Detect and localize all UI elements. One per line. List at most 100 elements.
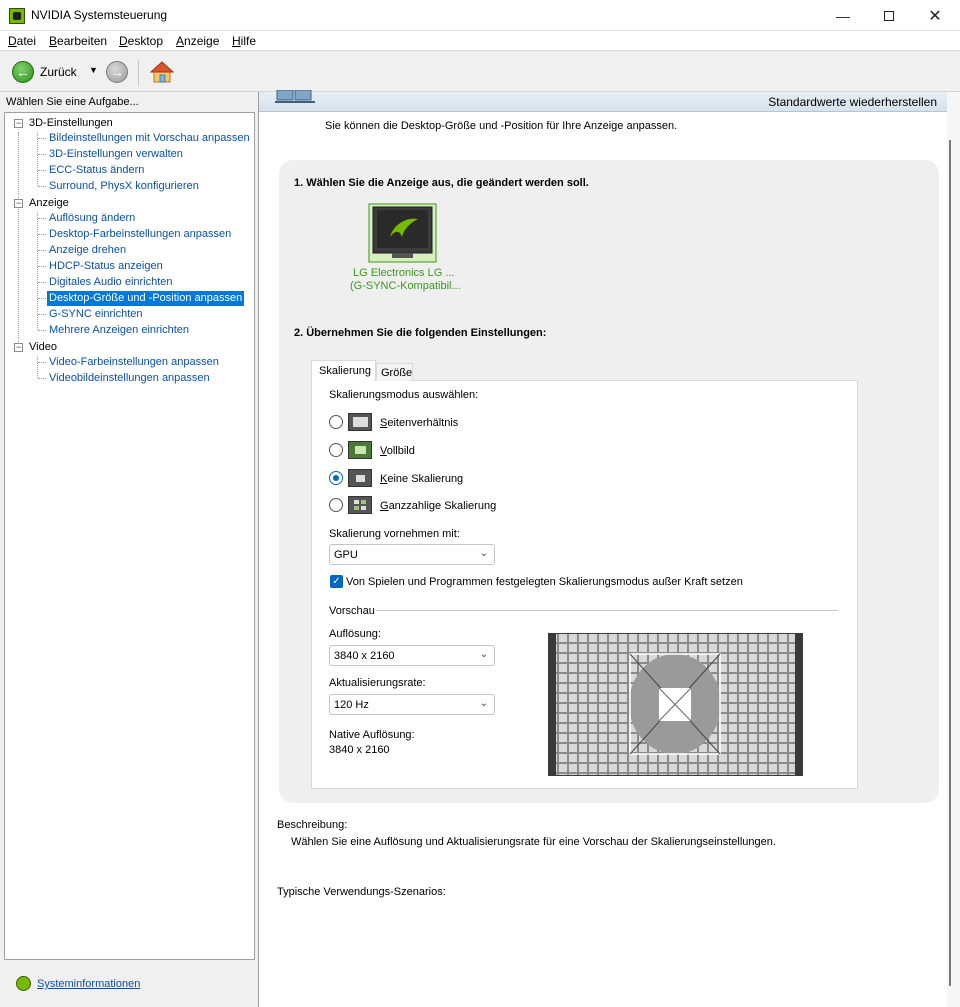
usage-scenarios-label: Typische Verwendungs-Szenarios: [277, 886, 446, 898]
maximize-button[interactable] [866, 0, 912, 31]
preview-group-label: Vorschau [329, 605, 375, 617]
back-arrow-icon[interactable]: ← [12, 61, 34, 83]
tab-skalierung[interactable]: Skalierung [311, 360, 376, 381]
tree-item-videobild[interactable]: Videobildeinstellungen anpassen [47, 371, 212, 386]
menu-datei[interactable]: Datei [8, 34, 36, 48]
system-info-bar: Systeminformationen [4, 965, 255, 1001]
tree-category-3d[interactable]: 3D-Einstellungen [29, 117, 113, 129]
tree-connector [38, 266, 46, 267]
scale-with-value: GPU [334, 549, 358, 561]
close-button[interactable]: ✕ [912, 0, 958, 31]
scale-with-dropdown[interactable]: GPU ⌄ [329, 544, 495, 565]
tree-item-ecc-status[interactable]: ECC-Status ändern [47, 163, 146, 178]
tree-item-desktop-groesse[interactable]: Desktop-Größe und -Position anpassen [47, 291, 245, 306]
forward-arrow-icon[interactable]: → [106, 61, 128, 83]
refresh-rate-label: Aktualisierungsrate: [329, 677, 426, 689]
title-bar: NVIDIA Systemsteuerung — ✕ [0, 0, 960, 31]
restore-defaults-link[interactable]: Standardwerte wiederherstellen [768, 95, 937, 109]
tab-groesse[interactable]: Größe [376, 363, 413, 381]
chevron-down-icon: ⌄ [479, 698, 488, 709]
radio-seitenverhaeltnis[interactable] [329, 415, 343, 429]
tree-item-digitales-audio[interactable]: Digitales Audio einrichten [47, 275, 175, 290]
radio-vollbild[interactable] [329, 443, 343, 457]
display-settings-icon [275, 90, 315, 103]
toolbar: ← Zurück ▼ → [0, 52, 960, 92]
task-panel-header: Wählen Sie eine Aufgabe... [0, 92, 258, 112]
tree-connector [37, 213, 38, 330]
system-info-link[interactable]: Systeminformationen [37, 978, 140, 990]
tree-connector [38, 154, 46, 155]
menu-bearbeiten[interactable]: Bearbeiten [49, 34, 107, 48]
tree-item-hdcp[interactable]: HDCP-Status anzeigen [47, 259, 165, 274]
mode-keine-skalierung-label[interactable]: Keine Skalierung [380, 473, 463, 485]
content-panel: Standardwerte wiederherstellen Sie könne… [258, 90, 960, 1007]
back-history-dropdown-icon[interactable]: ▼ [89, 65, 98, 75]
description-text: Wählen Sie eine Auflösung und Aktualisie… [291, 836, 776, 848]
tree-connector [38, 138, 46, 139]
tree-category-video[interactable]: Video [29, 341, 57, 353]
tree-item-anzeige-drehen[interactable]: Anzeige drehen [47, 243, 128, 258]
page-banner: Standardwerte wiederherstellen [259, 90, 947, 112]
tree-item-desktop-farbe[interactable]: Desktop-Farbeinstellungen anpassen [47, 227, 233, 242]
refresh-rate-dropdown[interactable]: 120 Hz ⌄ [329, 694, 495, 715]
tree-item-video-farbe[interactable]: Video-Farbeinstellungen anpassen [47, 355, 221, 370]
override-checkbox[interactable]: ✓ [330, 575, 343, 588]
tree-toggle-3d[interactable]: − [14, 119, 23, 128]
system-info-icon[interactable] [16, 976, 31, 991]
menu-desktop[interactable]: Desktop [119, 34, 163, 48]
preview-group-divider [376, 610, 838, 611]
minimize-icon: — [836, 7, 850, 24]
tree-item-aufloesung[interactable]: Auflösung ändern [47, 211, 137, 226]
tree-connector [38, 314, 46, 315]
tree-connector [38, 330, 46, 331]
mode-seitenverhaeltnis-label[interactable]: Seitenverhältnis [380, 417, 458, 429]
radio-ganzzahlige-skalierung[interactable] [329, 498, 343, 512]
radio-keine-skalierung[interactable] [329, 471, 343, 485]
tree-connector [38, 218, 46, 219]
no-scaling-icon [348, 469, 372, 487]
tree-connector [38, 282, 46, 283]
tree-connector [38, 378, 46, 379]
native-resolution-label: Native Auflösung: [329, 729, 415, 741]
mode-ganzzahlige-label[interactable]: Ganzzahlige Skalierung [380, 500, 496, 512]
tree-item-3d-verwalten[interactable]: 3D-Einstellungen verwalten [47, 147, 185, 162]
menu-anzeige[interactable]: Anzeige [176, 34, 219, 48]
tree-toggle-anzeige[interactable]: − [14, 199, 23, 208]
native-resolution-value: 3840 x 2160 [329, 744, 390, 756]
tree-toggle-video[interactable]: − [14, 343, 23, 352]
description-label: Beschreibung: [277, 819, 348, 831]
intro-text: Sie können die Desktop-Größe und -Positi… [325, 120, 678, 132]
tree-item-bildeinstellungen[interactable]: Bildeinstellungen mit Vorschau anpassen [47, 131, 252, 146]
back-button-label[interactable]: Zurück [40, 65, 77, 79]
refresh-rate-value: 120 Hz [334, 699, 369, 711]
scaling-mode-label: Skalierungsmodus auswählen: [329, 389, 479, 401]
scale-with-label: Skalierung vornehmen mit: [329, 528, 460, 540]
tree-connector [38, 250, 46, 251]
tree-item-surround-physx[interactable]: Surround, PhysX konfigurieren [47, 179, 201, 194]
menu-hilfe[interactable]: Hilfe [232, 34, 256, 48]
tree-category-anzeige[interactable]: Anzeige [29, 197, 69, 209]
step1-heading: 1. Wählen Sie die Anzeige aus, die geänd… [294, 177, 589, 189]
tree-connector [18, 132, 19, 348]
override-label[interactable]: Von Spielen und Programmen festgelegten … [346, 576, 743, 588]
chevron-down-icon: ⌄ [479, 548, 488, 559]
window-title: NVIDIA Systemsteuerung [31, 8, 168, 22]
fullscreen-icon [348, 441, 372, 459]
resolution-dropdown[interactable]: 3840 x 2160 ⌄ [329, 645, 495, 666]
tree-connector [38, 170, 46, 171]
tree-item-mehrere-anzeigen[interactable]: Mehrere Anzeigen einrichten [47, 323, 191, 338]
scrollbar-thumb[interactable] [949, 140, 951, 986]
tree-connector [38, 234, 46, 235]
mode-vollbild-label[interactable]: Vollbild [380, 445, 415, 457]
monitor-name-line1[interactable]: LG Electronics LG ... [353, 267, 454, 279]
tree-connector [38, 298, 46, 299]
minimize-button[interactable]: — [820, 0, 866, 31]
task-tree: − 3D-Einstellungen Bildeinstellungen mit… [4, 112, 255, 960]
monitor-nvidia-icon[interactable] [368, 203, 437, 263]
monitor-name-line2[interactable]: (G-SYNC-Kompatibil... [350, 280, 461, 292]
integer-scaling-icon [348, 496, 372, 514]
tree-item-gsync[interactable]: G-SYNC einrichten [47, 307, 145, 322]
home-icon[interactable] [150, 61, 174, 83]
aspect-ratio-icon [348, 413, 372, 431]
step2-heading: 2. Übernehmen Sie die folgenden Einstell… [294, 327, 547, 339]
